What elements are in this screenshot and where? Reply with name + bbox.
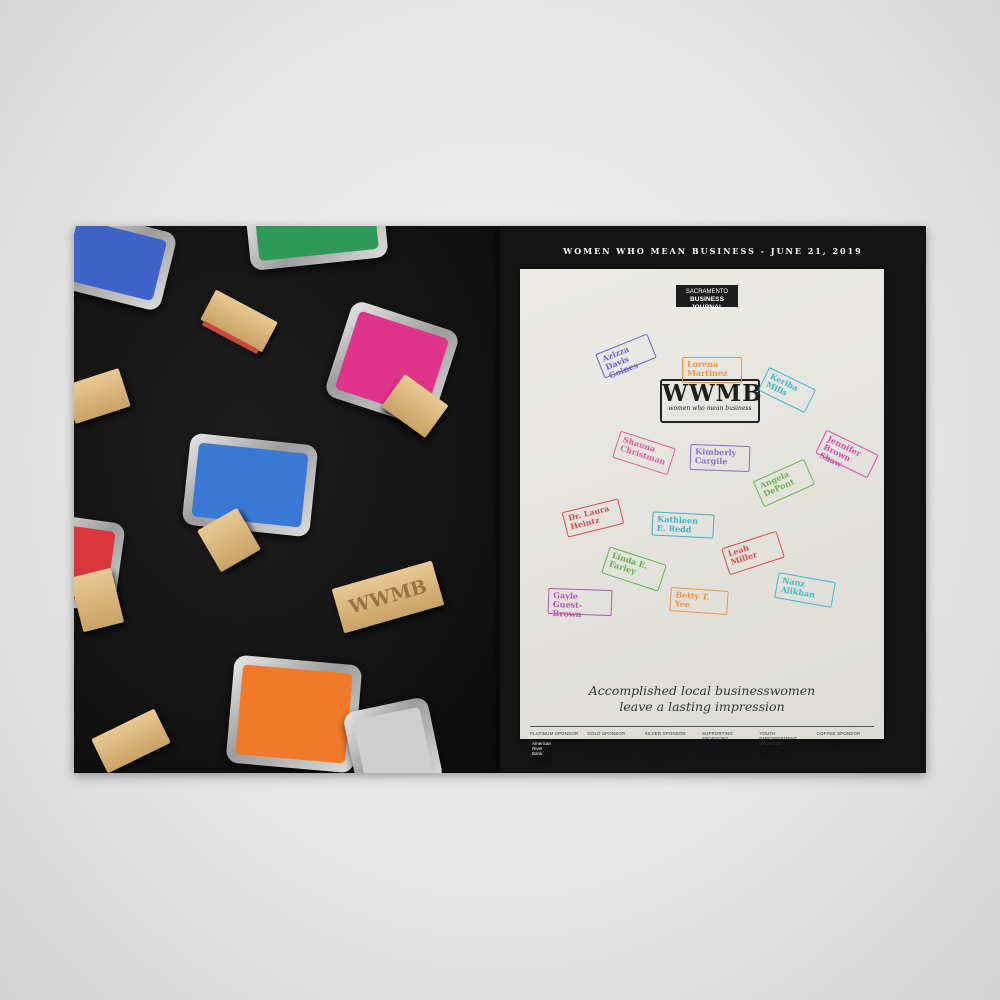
honoree-stamp: Angela DePont — [752, 458, 816, 508]
sponsor-name: MULVANEY'S B&L TRI COUNTIES BANK U.S. BA… — [701, 744, 755, 762]
page-header: WOMEN WHO MEAN BUSINESS - JUNE 21, 2019 — [563, 246, 863, 256]
sponsor-category: SUPPORTING SPONSORS — [701, 731, 733, 741]
ink-pad-orange — [225, 654, 363, 773]
sponsor-bar: PLATINUM SPONSOR American River Bank GOL… — [530, 731, 874, 765]
ink-pad-blue-top — [74, 226, 179, 313]
sponsor-category: SILVER SPONSOR — [644, 731, 686, 736]
wwmb-logo-subtitle: women who mean business — [668, 405, 752, 412]
honoree-stamp: Nanz Alikhan — [774, 572, 836, 608]
honoree-stamp: Leah Miller — [721, 530, 785, 576]
sponsor-category: YOUTH EMPOWERMENT SPONSOR — [759, 731, 798, 746]
honoree-stamp: Azizza Davis Goines — [595, 333, 657, 380]
sponsor-youth: YOUTH EMPOWERMENT SPONSOR SMUD — [759, 731, 816, 765]
honoree-stamp: Dr. Laura Heintz — [561, 498, 625, 538]
honoree-stamp: Gayle Guest-Brown — [547, 587, 613, 619]
sponsor-name: UC DAVIS HEALTH — [587, 738, 635, 759]
stamp-rubber — [201, 320, 259, 355]
american-river-bank-logo: American River Bank — [530, 739, 552, 765]
wwmb-logo-stamp: WWMB women who mean business — [660, 379, 763, 423]
masthead-line2: BUSINESS JOURNAL — [689, 296, 725, 311]
wood-stamp-bottom-left — [91, 708, 171, 773]
ink-pad-green — [245, 226, 389, 272]
sponsor-divider — [530, 726, 874, 727]
tagline-line2: leave a lasting impression — [619, 699, 785, 714]
sponsor-platinum: PLATINUM SPONSOR American River Bank — [530, 731, 587, 765]
honoree-stamp: Keriba Mills — [757, 366, 817, 414]
ink-surface — [191, 442, 309, 528]
ink-surface — [352, 706, 434, 773]
ink-surface — [74, 226, 168, 302]
honoree-stamp: Betty T. Yee — [669, 587, 729, 615]
wood-stamp-wwmb-text: WWMB — [346, 574, 430, 619]
ink-surface — [235, 664, 353, 764]
honoree-stamp: Kimberly Cargile — [689, 443, 751, 473]
cover-page: SACRAMENTO BUSINESS JOURNAL WWMB women w… — [520, 269, 884, 765]
sponsor-name: SACRAMENTO STATE COLLEGE OF BUSINESS ADM… — [644, 739, 698, 763]
sponsor-category: GOLD SPONSOR — [587, 731, 626, 736]
honoree-stamp: Shauna Christman — [612, 430, 676, 476]
honoree-stamp: Kathleen E. Redd — [651, 511, 715, 539]
left-page-photo: WWMB — [74, 226, 498, 773]
magazine-spread: WWMB WOMEN WHO MEAN BUSINESS - JUNE 21, … — [74, 226, 926, 773]
honoree-stamp: Lorena Martinez — [682, 357, 742, 383]
honoree-stamp: Jennifer Brown Shaw — [815, 429, 879, 479]
sponsor-name: FIRST 5 SACRAMENTO — [816, 739, 853, 751]
sponsor-category: COFFEE SPONSOR — [816, 731, 861, 736]
tagline-line1: Accomplished local businesswomen — [588, 683, 816, 698]
sponsor-silver: SILVER SPONSOR SACRAMENTO STATE COLLEGE … — [645, 731, 702, 765]
masthead-logo: SACRAMENTO BUSINESS JOURNAL — [676, 285, 738, 311]
honoree-stamp: Linda E. Farley — [601, 546, 667, 592]
cover-tagline: Accomplished local businesswomen leave a… — [520, 683, 884, 715]
sponsor-coffee: COFFEE SPONSOR FIRST 5 SACRAMENTO — [817, 731, 874, 765]
wood-stamp-wwmb: WWMB — [331, 560, 445, 634]
sponsor-supporting: SUPPORTING SPONSORS MULVANEY'S B&L TRI C… — [702, 731, 759, 765]
wwmb-logo-title: WWMB — [662, 380, 763, 407]
masthead-line1: SACRAMENTO — [685, 289, 729, 295]
wood-stamp-left-edge — [74, 368, 131, 424]
ink-surface — [255, 226, 379, 262]
sponsor-gold: GOLD SPONSOR UC DAVIS HEALTH — [587, 731, 644, 765]
sponsor-category: PLATINUM SPONSOR — [530, 731, 579, 736]
ink-pad-blue-middle — [181, 432, 319, 538]
wood-stamp-red-rubber — [200, 289, 278, 355]
sponsor-name: SMUD — [759, 748, 789, 759]
